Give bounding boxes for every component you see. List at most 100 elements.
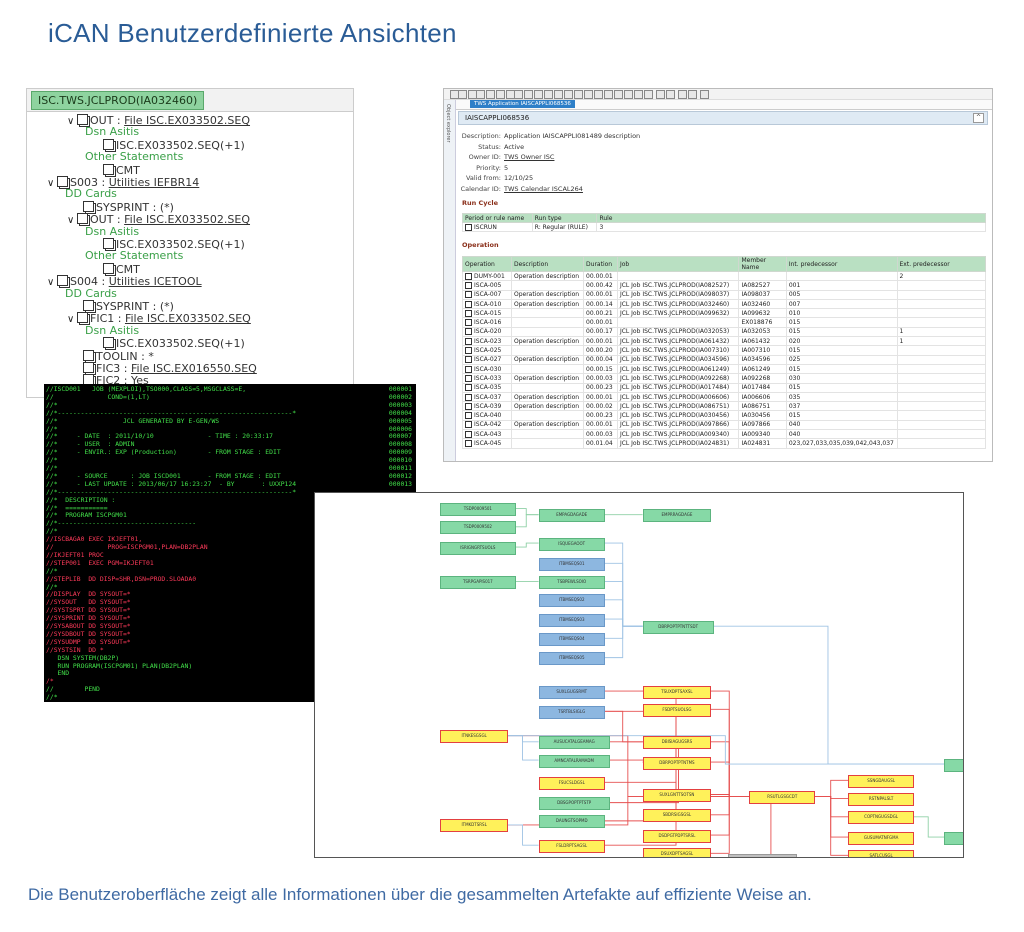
toolbar-icon[interactable]	[544, 90, 553, 99]
column-header[interactable]: Int. predecessor	[785, 256, 898, 272]
tab-tws-application[interactable]: TWS Application IAISCAPPLI068536	[470, 100, 575, 108]
flow-node[interactable]: SSNGDAUGSL	[848, 774, 915, 788]
table-row[interactable]: ISCA-010 Operation description 00.00.14 JCL…	[462, 298, 987, 310]
flow-node[interactable]: TSRPGAPIS017	[439, 576, 516, 590]
flow-node[interactable]: SUXLGNTTSOTSN	[642, 789, 712, 802]
toolbar-icon[interactable]	[656, 90, 665, 99]
toolbar-icon[interactable]	[486, 90, 495, 99]
toolbar-icon[interactable]	[564, 90, 573, 99]
flow-node[interactable]: ITNKESGSGL	[439, 730, 509, 744]
column-header[interactable]: Period or rule name	[462, 213, 533, 223]
flow-node[interactable]: EMPAGDAGADE	[538, 509, 605, 523]
collapse-button[interactable]: ^	[973, 113, 984, 123]
toolbar-icon[interactable]	[688, 90, 697, 99]
flow-node[interactable]: DSUXDPTSAGSL	[642, 847, 712, 857]
table-row[interactable]: ISCA-005 00.00.42 JCL Job ISC.TWS.JCLPROD(…	[462, 280, 987, 291]
flow-node[interactable]: ITMKDTSRSL	[439, 819, 509, 833]
flow-node[interactable]: TSDP0009501	[439, 503, 516, 517]
flow-node[interactable]: SBDRSIGSGSL	[642, 809, 712, 823]
table-row[interactable]: ISCA-037 Operation description 00.00.01 JCL…	[462, 391, 987, 403]
flow-node[interactable]: DSDPGTPDPTSRSL	[642, 829, 712, 843]
flow-node[interactable]: ITBMSEQS05	[538, 652, 605, 666]
column-header[interactable]: Job	[616, 256, 740, 272]
tree-node-link[interactable]: File ISC.EX033502.SEQ	[124, 114, 250, 127]
table-row[interactable]: ISCA-042 Operation description 00.00.01 JCL…	[462, 419, 987, 431]
column-header[interactable]: Description	[510, 256, 585, 272]
toolbar-icon[interactable]	[644, 90, 653, 99]
column-header[interactable]: Rule	[596, 213, 986, 223]
table-row[interactable]: ISCA-023 Operation description 00.00.01 JCL…	[462, 336, 987, 347]
flow-node[interactable]: AMNCATALRAMADM	[538, 754, 610, 768]
toolbar-icon[interactable]	[700, 90, 709, 99]
flow-node[interactable]: ITBMSEQS02	[538, 594, 605, 608]
tree-root-label[interactable]: ISC.TWS.JCLPROD(IA032460)	[31, 91, 205, 110]
table-row[interactable]: ISCA-045 00.01.04 JCL Job ISC.TWS.JCLPROD(…	[462, 438, 987, 449]
table-row[interactable]: ISCA-016 00.00.01 EX018876 015	[462, 317, 987, 328]
flow-node[interactable]: TSRTBLSIGLG	[538, 705, 605, 719]
flow-node[interactable]: DAUNGTSOPMD	[538, 815, 605, 829]
flow-node[interactable]: DATRAGNTSOGL	[728, 853, 798, 857]
table-row[interactable]: ISCA-030 00.00.15 JCL Job ISC.TWS.JCLPROD(…	[462, 363, 987, 375]
toolbar-icon[interactable]	[614, 90, 623, 99]
field-value[interactable]: TWS Calendar ISCAL264	[504, 185, 583, 193]
column-header[interactable]: Duration	[583, 256, 618, 272]
toolbar-icon[interactable]	[534, 90, 543, 99]
chevron-down-icon[interactable]: ∨	[47, 177, 57, 191]
chevron-down-icon[interactable]: ∨	[47, 276, 57, 290]
flow-node[interactable]: RSUTLGSGCDT	[749, 791, 816, 805]
toolbar-icon[interactable]	[514, 90, 523, 99]
table-row[interactable]: ISCA-040 00.00.23 JCL Job ISC.TWS.JCLPROD(…	[462, 410, 987, 421]
flow-node[interactable]: RSUTLADSTOPTMD	[944, 831, 963, 845]
toolbar-icon[interactable]	[554, 90, 563, 99]
tree-node-link[interactable]: File ISC.EX033502.SEQ	[124, 213, 250, 226]
flow-node[interactable]: GUSUMATNFGMA	[848, 831, 915, 845]
column-header[interactable]: Member Name	[738, 256, 787, 272]
column-header[interactable]: Run type	[531, 213, 598, 223]
flow-node[interactable]: SUXLGUGSRMT	[538, 685, 605, 699]
flow-node[interactable]: DBSGPOPTPTSTP	[538, 797, 610, 811]
toolbar-icon[interactable]	[476, 90, 485, 99]
tree-node-link[interactable]: File ISC.EX033502.SEQ	[125, 312, 251, 325]
table-row[interactable]: ISCA-027 Operation description 00.00.04 JCL…	[462, 354, 987, 365]
flow-node[interactable]: FSLDRPTSAGSL	[538, 839, 605, 853]
toolbar-icon[interactable]	[624, 90, 633, 99]
flow-node[interactable]: DBISIAGUGSRS	[642, 736, 712, 750]
flow-node[interactable]: SATLCUSGL	[848, 849, 915, 857]
flow-node[interactable]: ISRIGNGRTSUOLS	[439, 541, 516, 555]
flow-node[interactable]: TSBPEWLSOIO	[538, 576, 605, 590]
table-row[interactable]: ISCA-033 Operation description 00.00.03 JCL…	[462, 373, 987, 384]
toolbar-icon[interactable]	[634, 90, 643, 99]
toolbar-icon[interactable]	[458, 90, 467, 99]
chevron-down-icon[interactable]: ∨	[67, 115, 77, 129]
table-row[interactable]: ISCA-007 Operation description 00.00.01 JCL…	[462, 289, 987, 300]
tree-node-link[interactable]: File ISC.EX016550.SEQ	[131, 362, 257, 375]
object-explorer-sidebar[interactable]: Object explorer	[444, 100, 456, 461]
flow-node[interactable]: ITBMSEQS04	[538, 632, 605, 646]
table-row[interactable]: ISCRUN R: Regular (RULE) 3	[462, 221, 986, 233]
table-row[interactable]: ISCA-043 00.00.03 JCL Job ISC.TWS.JCLPROD(…	[462, 429, 987, 440]
table-row[interactable]: ISCA-015 00.00.21 JCL Job ISC.TWS.JCLPROD(…	[462, 308, 987, 319]
table-row[interactable]: ISCA-039 Operation description 00.00.02 JCL…	[462, 401, 987, 412]
toolbar-icon[interactable]	[594, 90, 603, 99]
tree-node-link[interactable]: Utilities ICETOOL	[109, 275, 202, 288]
flow-node[interactable]: EMPRRAGDAGE	[642, 509, 712, 523]
flow-node[interactable]: ITBMSEQS01	[538, 557, 605, 571]
chevron-down-icon[interactable]: ∨	[67, 214, 77, 228]
flow-node[interactable]: DBRPOPTPTNTTSDT	[642, 620, 714, 634]
toolbar-icon[interactable]	[574, 90, 583, 99]
table-row[interactable]: DUMY-001 Operation description 00.00.01 2	[462, 270, 987, 282]
toolbar-icon[interactable]	[666, 90, 675, 99]
column-header[interactable]: Operation	[462, 256, 512, 272]
chevron-down-icon[interactable]: ∨	[67, 313, 77, 327]
flow-node[interactable]: ISQUEGAOOT	[538, 537, 605, 551]
tree-node-link[interactable]: Utilities IEFBR14	[109, 176, 200, 189]
flow-node[interactable]: SATLULBDGO	[944, 758, 963, 772]
flow-node[interactable]: TSDP0009502	[439, 521, 516, 535]
toolbar-icon[interactable]	[524, 90, 533, 99]
flow-node[interactable]: ITBMSEQS03	[538, 613, 605, 627]
field-value[interactable]: TWS Owner ISC	[504, 153, 554, 161]
flow-node[interactable]: AUSUCATALGEAMAG	[538, 736, 610, 750]
table-row[interactable]: ISCA-020 00.00.17 JCL Job ISC.TWS.JCLPROD(…	[462, 326, 987, 338]
flow-node[interactable]: FSUCSLDGSL	[538, 776, 605, 790]
table-row[interactable]: ISCA-025 00.00.20 JCL Job ISC.TWS.JCLPROD(…	[462, 345, 987, 356]
